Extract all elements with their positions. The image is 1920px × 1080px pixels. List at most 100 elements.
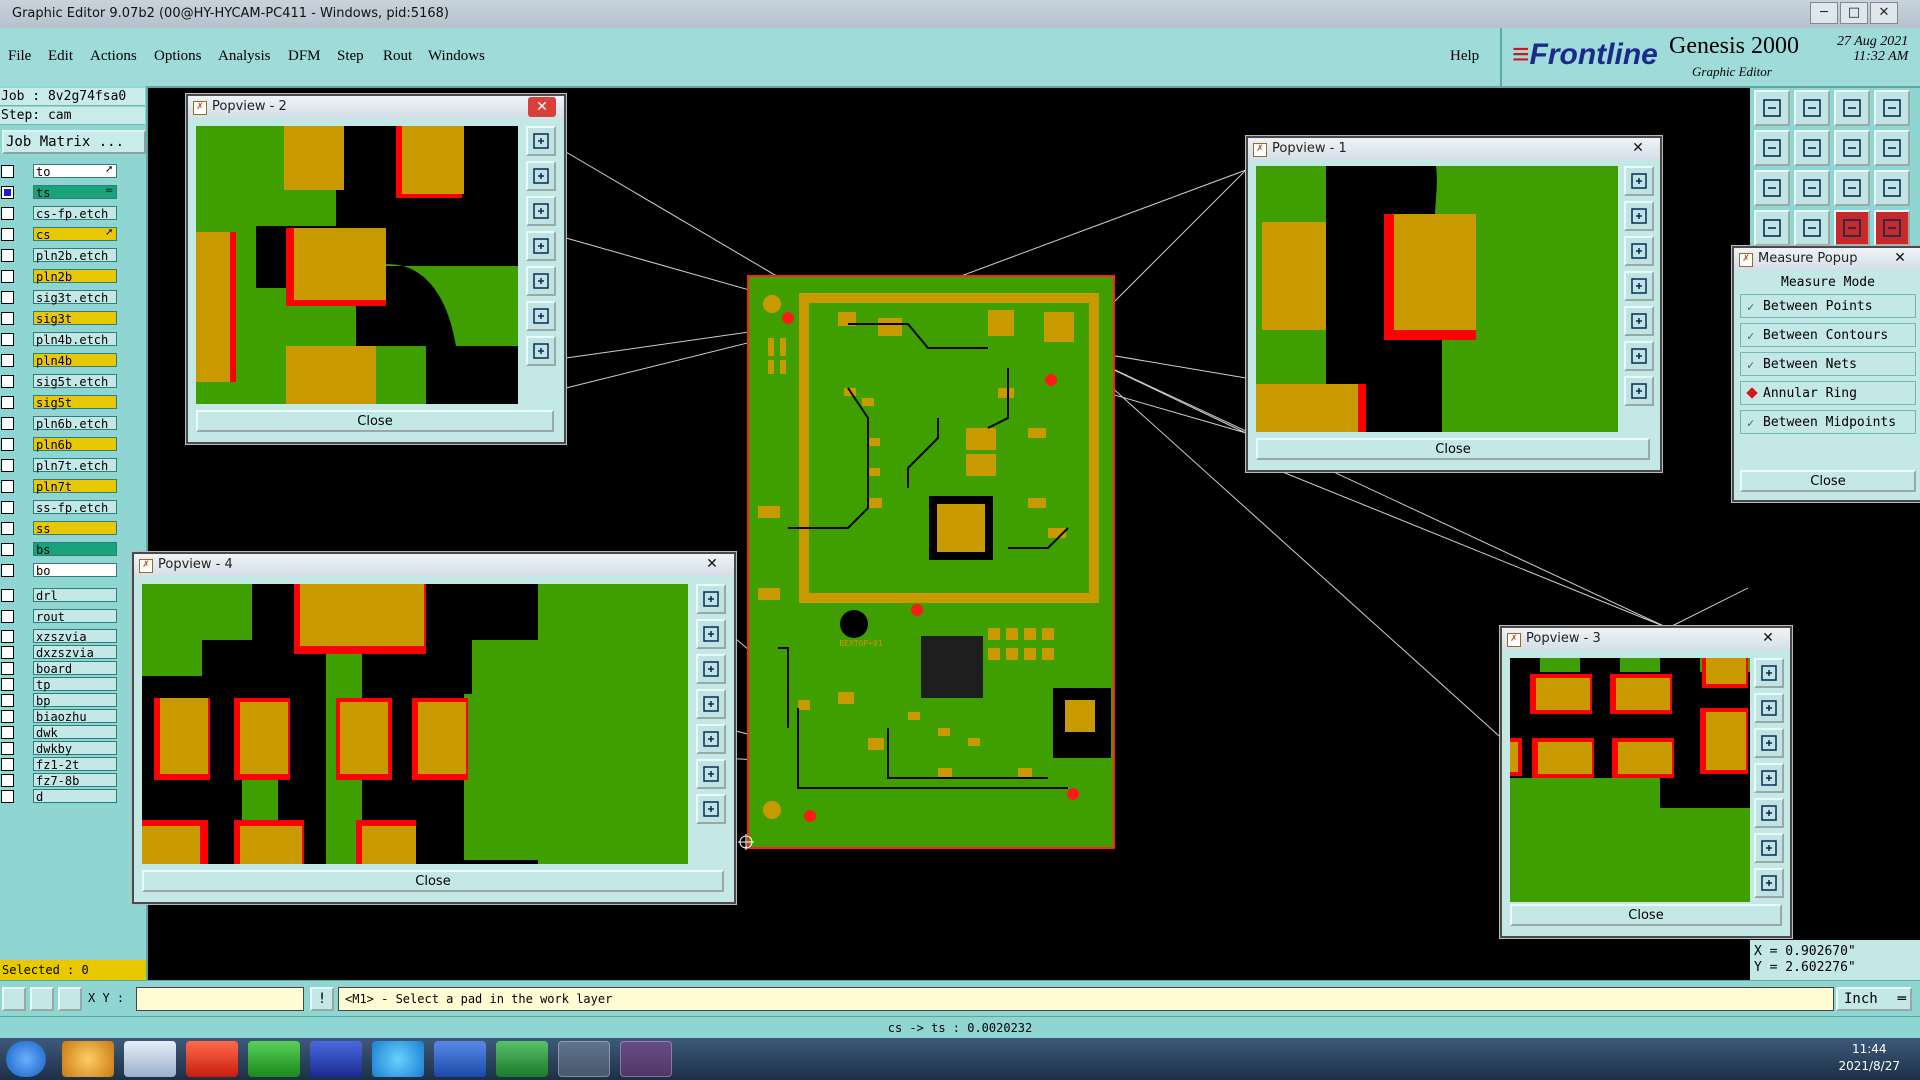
layer-checkbox[interactable] <box>1 249 14 262</box>
zoom-in-icon[interactable] <box>696 759 726 789</box>
shell-app-icon[interactable] <box>62 1041 114 1077</box>
layer-checkbox[interactable] <box>1 207 14 220</box>
start-button-icon[interactable] <box>6 1041 46 1077</box>
job-matrix-button[interactable]: Job Matrix ... <box>2 130 146 154</box>
pan-down-icon[interactable] <box>526 196 556 226</box>
layer-name[interactable]: rout <box>33 609 117 624</box>
layer-row[interactable]: cs ➚ <box>1 227 117 242</box>
layer-name[interactable]: sig5t.etch <box>33 374 117 389</box>
cam-app-icon[interactable] <box>186 1041 238 1077</box>
word-icon[interactable] <box>434 1041 486 1077</box>
popview-4-titlebar[interactable]: ✗ Popview - 4 ✕ <box>134 554 734 576</box>
home-icon[interactable] <box>1834 90 1870 126</box>
layer-checkbox[interactable] <box>1 480 14 493</box>
menu-step[interactable]: Step <box>337 48 364 65</box>
menu-edit[interactable]: Edit <box>48 48 73 65</box>
layer-name[interactable]: sig3t <box>33 311 117 326</box>
pan-up-icon[interactable] <box>696 619 726 649</box>
tool-icon[interactable] <box>1754 210 1790 246</box>
layer-row[interactable]: rout <box>1 609 117 624</box>
menu-actions[interactable]: Actions <box>90 48 137 65</box>
green-app-icon[interactable] <box>248 1041 300 1077</box>
zoom-fit-icon[interactable] <box>1754 658 1784 688</box>
excel-icon[interactable] <box>496 1041 548 1077</box>
layer-name[interactable]: xzszvia <box>33 629 117 644</box>
layer-name[interactable]: sig5t <box>33 395 117 410</box>
popview-1-canvas[interactable] <box>1256 166 1618 432</box>
layer-row[interactable]: sig5t.etch <box>1 374 117 389</box>
layer-checkbox[interactable] <box>1 543 14 556</box>
layer-row[interactable]: bs <box>1 542 117 557</box>
zoom-left-icon[interactable] <box>1754 130 1790 166</box>
layer-row[interactable]: pln2b <box>1 269 117 284</box>
zoom-fit-icon[interactable] <box>1624 166 1654 196</box>
layer-row[interactable]: to ➚ <box>1 164 117 179</box>
pan-left-icon[interactable] <box>526 231 556 261</box>
unit-selector[interactable]: Inch ═ <box>1836 987 1912 1011</box>
notepad-icon[interactable] <box>124 1041 176 1077</box>
layer-name[interactable]: biaozhu <box>33 709 117 724</box>
popview-3-close-x[interactable]: ✕ <box>1754 628 1782 648</box>
popview-3-canvas[interactable] <box>1510 658 1750 902</box>
layer-checkbox[interactable] <box>1 742 14 755</box>
layer-row[interactable]: pln7t <box>1 479 117 494</box>
pan-down-icon[interactable] <box>696 654 726 684</box>
pan-left-icon[interactable] <box>1624 271 1654 301</box>
layer-name[interactable]: cs-fp.etch <box>33 206 117 221</box>
layer-name[interactable]: pln4b.etch <box>33 332 117 347</box>
layer-checkbox[interactable] <box>1 312 14 325</box>
layer-name[interactable]: sig3t.etch <box>33 290 117 305</box>
pan-down-icon[interactable] <box>1624 236 1654 266</box>
menu-options[interactable]: Options <box>154 48 202 65</box>
layer-name[interactable]: d <box>33 789 117 804</box>
layer-name[interactable]: fz7-8b <box>33 773 117 788</box>
measure-option[interactable]: ✓ Between Nets <box>1740 352 1916 376</box>
layer-row[interactable]: xzszvia <box>1 629 117 644</box>
zoom-fit-icon[interactable] <box>526 126 556 156</box>
zoom-fit-icon[interactable] <box>696 584 726 614</box>
zoom-right-icon[interactable] <box>1794 130 1830 166</box>
menu-windows[interactable]: Windows <box>428 48 485 65</box>
layer-checkbox[interactable] <box>1 459 14 472</box>
layer-checkbox[interactable] <box>1 396 14 409</box>
zoom-out-icon[interactable] <box>526 336 556 366</box>
layer-checkbox[interactable] <box>1 758 14 771</box>
layer-name[interactable]: pln7t.etch <box>33 458 117 473</box>
measure-popup-close-x[interactable]: ✕ <box>1886 248 1914 268</box>
popview-4-canvas[interactable] <box>142 584 688 864</box>
zoom-out-icon[interactable] <box>1624 376 1654 406</box>
genesis-viewer-icon[interactable] <box>682 1041 734 1077</box>
popview-2-close-button[interactable]: Close <box>196 410 554 432</box>
layer-checkbox[interactable] <box>1 270 14 283</box>
layer-name[interactable]: pln7t <box>33 479 117 494</box>
layer-checkbox[interactable] <box>1 662 14 675</box>
layer-checkbox[interactable] <box>1 417 14 430</box>
layer-row[interactable]: fz1-2t <box>1 757 117 772</box>
layer-name[interactable]: dxzszvia <box>33 645 117 660</box>
layer-row[interactable]: ss-fp.etch <box>1 500 117 515</box>
layer-checkbox[interactable] <box>1 333 14 346</box>
popview-1-close-button[interactable]: Close <box>1256 438 1650 460</box>
layer-checkbox[interactable] <box>1 522 14 535</box>
layer-row[interactable]: biaozhu <box>1 709 117 724</box>
layer-name[interactable]: pln4b <box>33 353 117 368</box>
help-icon[interactable] <box>1874 170 1910 206</box>
layer-row[interactable]: dxzszvia <box>1 645 117 660</box>
pan-right-icon[interactable] <box>696 724 726 754</box>
zoom-in-icon[interactable] <box>1754 833 1784 863</box>
layer-name[interactable]: tp <box>33 677 117 692</box>
pan-left-icon[interactable] <box>696 689 726 719</box>
layer-checkbox[interactable] <box>1 186 14 199</box>
layer-row[interactable]: sig3t <box>1 311 117 326</box>
pan-down-icon[interactable] <box>1754 728 1784 758</box>
measure-popup-titlebar[interactable]: ✗ Measure Popup ✕ <box>1734 248 1920 270</box>
layer-row[interactable]: ss <box>1 521 117 536</box>
measure-close-button[interactable]: Close <box>1740 470 1916 492</box>
layer-name[interactable]: pln6b.etch <box>33 416 117 431</box>
close-window-button[interactable]: ✕ <box>1870 2 1898 24</box>
layer-row[interactable]: dwkby <box>1 741 117 756</box>
layer-checkbox[interactable] <box>1 375 14 388</box>
popview-4-close-x[interactable]: ✕ <box>698 554 726 574</box>
popview-2-titlebar[interactable]: ✗ Popview - 2 ✕ <box>188 96 564 118</box>
zoom-in-icon[interactable] <box>526 301 556 331</box>
